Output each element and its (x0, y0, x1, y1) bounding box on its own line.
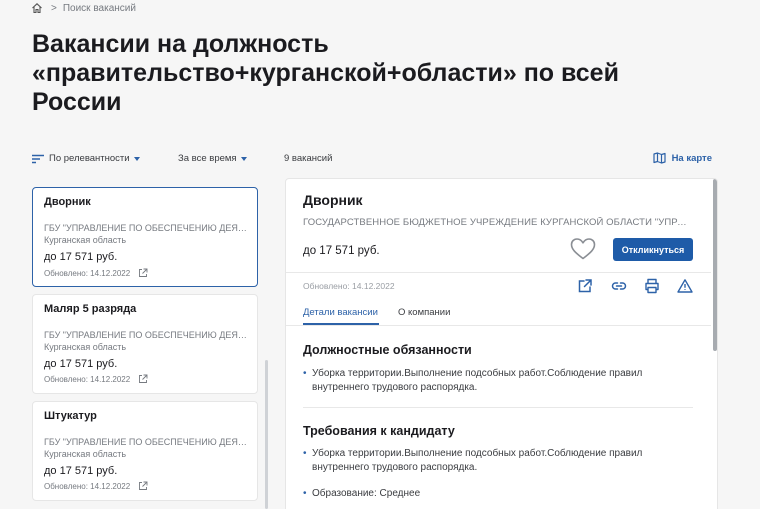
vacancy-salary: до 17 571 руб. (44, 251, 118, 263)
heart-icon[interactable] (570, 237, 596, 261)
chevron-down-icon (133, 156, 140, 161)
vacancy-updated-text: Обновлено: 14.12.2022 (44, 481, 131, 491)
filters-bar: По релевантности За все время 9 вакансий… (32, 152, 712, 167)
vacancy-salary: до 17 571 руб. (44, 465, 118, 477)
external-link-icon[interactable] (138, 481, 148, 491)
requirement-item: Образование: Среднее (303, 487, 698, 501)
external-link-icon[interactable] (138, 374, 148, 384)
vacancy-updated-text: Обновлено: 14.12.2022 (44, 268, 131, 278)
vacancy-region: Курганская область (44, 449, 127, 459)
detail-salary: до 17 571 руб. (303, 245, 380, 257)
print-button[interactable] (644, 278, 660, 294)
warning-icon (677, 279, 693, 293)
map-link[interactable]: На карте (652, 152, 712, 164)
copy-link-button[interactable] (611, 278, 627, 294)
divider (286, 272, 711, 273)
vacancy-title: Штукатур (44, 410, 97, 422)
map-icon (652, 152, 666, 164)
vacancy-updated: Обновлено: 14.12.2022 (44, 374, 148, 384)
detail-title: Дворник (303, 192, 363, 208)
breadcrumb: > Поиск вакансий (31, 2, 136, 14)
sort-dropdown[interactable]: По релевантности (32, 153, 140, 164)
detail-company[interactable]: ГОСУДАРСТВЕННОЕ БЮДЖЕТНОЕ УЧРЕЖДЕНИЕ КУР… (303, 217, 693, 228)
share-button[interactable] (577, 278, 593, 294)
vacancy-company: ГБУ "УПРАВЛЕНИЕ ПО ОБЕСПЕЧЕНИЮ ДЕЯТ... (44, 223, 249, 233)
vacancy-count: 9 вакансий (284, 153, 333, 164)
print-icon (645, 278, 659, 294)
detail-scrollbar[interactable] (713, 179, 717, 351)
list-scrollbar[interactable] (265, 360, 268, 509)
period-dropdown[interactable]: За все время (178, 153, 247, 164)
vacancy-card[interactable]: Штукатур ГБУ "УПРАВЛЕНИЕ ПО ОБЕСПЕЧЕНИЮ … (32, 401, 258, 501)
vacancy-region: Курганская область (44, 342, 127, 352)
tab-company[interactable]: О компании (398, 307, 450, 318)
home-icon[interactable] (31, 2, 43, 14)
requirements-title: Требования к кандидату (303, 424, 455, 438)
sort-label: По релевантности (49, 153, 130, 164)
divider (303, 407, 693, 408)
duties-title: Должностные обязанности (303, 343, 472, 357)
vacancy-list: Дворник ГБУ "УПРАВЛЕНИЕ ПО ОБЕСПЕЧЕНИЮ Д… (32, 178, 258, 509)
vacancy-title: Дворник (44, 196, 91, 208)
divider (286, 325, 711, 326)
vacancy-salary: до 17 571 руб. (44, 358, 118, 370)
detail-updated: Обновлено: 14.12.2022 (303, 281, 395, 291)
share-icon (578, 279, 592, 293)
requirement-item: Уборка территории.Выполнение подсобных р… (303, 447, 698, 475)
vacancy-updated: Обновлено: 14.12.2022 (44, 268, 148, 278)
vacancy-updated: Обновлено: 14.12.2022 (44, 481, 148, 491)
duty-item: Уборка территории.Выполнение подсобных р… (303, 367, 698, 395)
vacancy-card[interactable]: Дворник ГБУ "УПРАВЛЕНИЕ ПО ОБЕСПЕЧЕНИЮ Д… (32, 187, 258, 287)
link-icon (611, 282, 627, 290)
external-link-icon[interactable] (138, 268, 148, 278)
breadcrumb-separator: > (51, 2, 57, 14)
chevron-down-icon (240, 156, 247, 161)
vacancy-title: Маляр 5 разряда (44, 303, 137, 315)
vacancy-company: ГБУ "УПРАВЛЕНИЕ ПО ОБЕСПЕЧЕНИЮ ДЕЯТ... (44, 437, 249, 447)
page-title: Вакансии на должность «правительство+кур… (32, 30, 619, 116)
map-label: На карте (671, 152, 712, 164)
respond-button[interactable]: Откликнуться (613, 238, 693, 261)
vacancy-region: Курганская область (44, 235, 127, 245)
report-button[interactable] (677, 278, 693, 294)
vacancy-company: ГБУ "УПРАВЛЕНИЕ ПО ОБЕСПЕЧЕНИЮ ДЕЯТ... (44, 330, 249, 340)
sort-icon (32, 154, 44, 163)
tab-details[interactable]: Детали вакансии (303, 307, 378, 318)
vacancy-updated-text: Обновлено: 14.12.2022 (44, 374, 131, 384)
vacancy-detail-panel: Дворник ГОСУДАРСТВЕННОЕ БЮДЖЕТНОЕ УЧРЕЖД… (285, 178, 718, 509)
vacancy-card[interactable]: Маляр 5 разряда ГБУ "УПРАВЛЕНИЕ ПО ОБЕСП… (32, 294, 258, 394)
breadcrumb-current[interactable]: Поиск вакансий (63, 3, 136, 14)
period-label: За все время (178, 153, 237, 164)
